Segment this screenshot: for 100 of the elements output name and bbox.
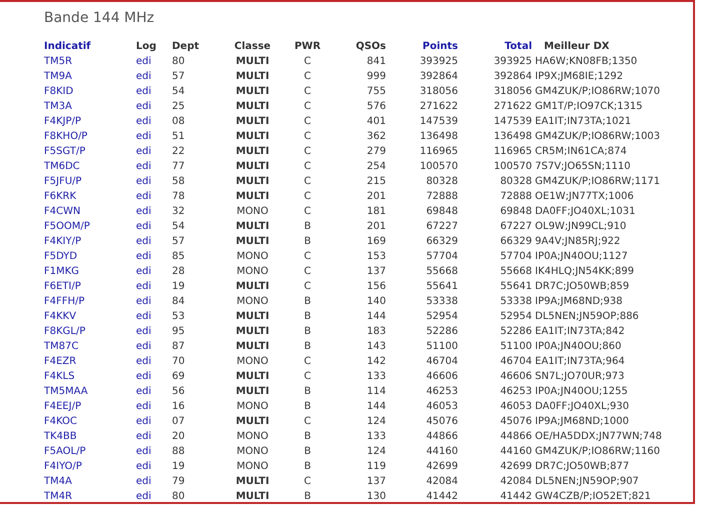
log-link[interactable]: edi <box>136 459 172 474</box>
table-cell-text: 52954 <box>499 310 532 324</box>
log-link[interactable]: edi <box>136 339 172 354</box>
log-link[interactable]: edi <box>136 294 172 309</box>
table-cell-text: 137 <box>366 475 386 489</box>
callsign-link[interactable]: F4KJP/P <box>44 114 136 129</box>
column-header-link[interactable]: Points <box>386 39 458 54</box>
callsign-link[interactable]: TM5MAA <box>44 384 136 399</box>
callsign-link[interactable]: F4KKV <box>44 309 136 324</box>
callsign-link[interactable]: TM6DC <box>44 159 136 174</box>
log-link[interactable]: edi <box>136 159 172 174</box>
table-cell-text: 56 <box>172 385 186 399</box>
callsign-link[interactable]: F4IYO/P <box>44 459 136 474</box>
log-link[interactable]: edi <box>136 429 172 444</box>
table-cell-text: B <box>303 325 312 339</box>
log-link[interactable]: edi <box>136 249 172 264</box>
callsign-link[interactable]: TM9A <box>44 69 136 84</box>
table-cell-text: C <box>303 205 312 219</box>
log-link[interactable]: edi <box>136 129 172 144</box>
callsign-link[interactable]: F5DYD <box>44 249 136 264</box>
table-cell-text: C <box>303 265 312 279</box>
log-link[interactable]: edi <box>136 204 172 219</box>
log-link[interactable]: edi <box>136 474 172 489</box>
table-cell-text: 28 <box>172 265 186 279</box>
table-cell-text: C <box>303 280 312 294</box>
table-cell-text: DL5NEN;JN59OP;907 <box>534 475 640 489</box>
callsign-link[interactable]: F4KIY/P <box>44 234 136 249</box>
callsign-link[interactable]: TM5R <box>44 54 136 69</box>
page-title: Bande 144 MHz <box>44 9 156 27</box>
log-link[interactable]: edi <box>136 234 172 249</box>
callsign-link[interactable]: TM3A <box>44 99 136 114</box>
table-cell-text: 144 <box>366 310 386 324</box>
log-link[interactable]: edi <box>136 144 172 159</box>
callsign-link[interactable]: F4FFH/P <box>44 294 136 309</box>
table-cell-text: 201 <box>366 190 386 204</box>
column-header: Meilleur DX <box>543 40 610 54</box>
log-link[interactable]: edi <box>136 489 172 502</box>
table-cell-text: GM4ZUK/P;IO86RW;1160 <box>534 445 662 459</box>
table-cell-text: C <box>303 250 312 264</box>
table-cell-text: 55641 <box>425 280 458 294</box>
table-cell-text: 20 <box>172 430 186 444</box>
table-cell-text: 19 <box>172 460 186 474</box>
callsign-link[interactable]: F4KOC <box>44 414 136 429</box>
callsign-link[interactable]: F4EZR <box>44 354 136 369</box>
log-link[interactable]: edi <box>136 354 172 369</box>
table-cell-text: GM4ZUK/P;IO86RW;1070 <box>534 85 662 99</box>
table-cell-text: MULTI <box>234 385 270 399</box>
callsign-link[interactable]: TM4A <box>44 474 136 489</box>
log-link[interactable]: edi <box>136 69 172 84</box>
table-cell-text: 46053 <box>425 400 458 414</box>
log-link[interactable]: edi <box>136 324 172 339</box>
table-cell-text: 87 <box>172 340 186 354</box>
log-link[interactable]: edi <box>136 399 172 414</box>
table-cell-text: MULTI <box>234 220 270 234</box>
log-link[interactable]: edi <box>136 114 172 129</box>
table-cell-text: 69848 <box>499 205 532 219</box>
log-link[interactable]: edi <box>136 264 172 279</box>
column-header-link[interactable]: Indicatif <box>44 39 136 54</box>
table-cell-text: B <box>303 220 312 234</box>
table-cell-text: 156 <box>366 280 386 294</box>
table-cell-text: 133 <box>366 370 386 384</box>
table-cell-text: MULTI <box>234 490 270 502</box>
log-link[interactable]: edi <box>136 279 172 294</box>
log-link[interactable]: edi <box>136 369 172 384</box>
table-cell-text: 271622 <box>418 100 458 114</box>
log-link[interactable]: edi <box>136 384 172 399</box>
callsign-link[interactable]: F8KID <box>44 84 136 99</box>
table-cell-text: 215 <box>366 175 386 189</box>
log-link[interactable]: edi <box>136 219 172 234</box>
callsign-link[interactable]: F4CWN <box>44 204 136 219</box>
callsign-link[interactable]: F4EEJ/P <box>44 399 136 414</box>
callsign-link[interactable]: F5SGT/P <box>44 144 136 159</box>
callsign-link[interactable]: F4KLS <box>44 369 136 384</box>
callsign-link[interactable]: TM4R <box>44 489 136 502</box>
callsign-link[interactable]: F6KRK <box>44 189 136 204</box>
table-cell-text: GM1T/P;IO97CK;1315 <box>534 100 644 114</box>
callsign-link[interactable]: TK4BB <box>44 429 136 444</box>
table-cell-text: B <box>303 430 312 444</box>
log-link[interactable]: edi <box>136 174 172 189</box>
callsign-link[interactable]: F5AOL/P <box>44 444 136 459</box>
table-cell-text: 80328 <box>425 175 458 189</box>
column-header-link[interactable]: Total <box>458 39 532 54</box>
table-cell-text: EA1IT;IN73TA;842 <box>534 325 626 339</box>
table-cell-text: 401 <box>366 115 386 129</box>
callsign-link[interactable]: F8KGL/P <box>44 324 136 339</box>
table-cell-text: 143 <box>366 340 386 354</box>
callsign-link[interactable]: F5JFU/P <box>44 174 136 189</box>
callsign-link[interactable]: TM87C <box>44 339 136 354</box>
callsign-link[interactable]: F1MKG <box>44 264 136 279</box>
callsign-link[interactable]: F6ETI/P <box>44 279 136 294</box>
log-link[interactable]: edi <box>136 414 172 429</box>
log-link[interactable]: edi <box>136 189 172 204</box>
log-link[interactable]: edi <box>136 54 172 69</box>
log-link[interactable]: edi <box>136 444 172 459</box>
callsign-link[interactable]: F8KHO/P <box>44 129 136 144</box>
log-link[interactable]: edi <box>136 99 172 114</box>
log-link[interactable]: edi <box>136 84 172 99</box>
table-cell-text: MULTI <box>234 415 270 429</box>
callsign-link[interactable]: F5OOM/P <box>44 219 136 234</box>
log-link[interactable]: edi <box>136 309 172 324</box>
